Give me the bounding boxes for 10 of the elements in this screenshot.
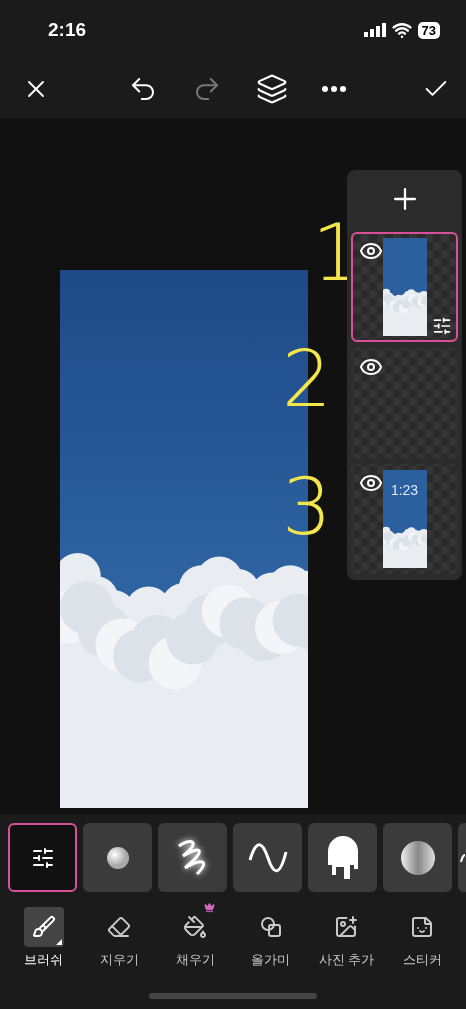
- tool-button[interactable]: 올가미: [235, 900, 306, 969]
- battery-level: 73: [417, 21, 440, 39]
- tool-button[interactable]: 스티커: [387, 900, 458, 969]
- tool-button[interactable]: 지우기: [84, 900, 155, 969]
- status-time: 2:16: [48, 19, 87, 41]
- tool-button[interactable]: 브러쉬: [8, 900, 79, 969]
- tool-button[interactable]: 채우기: [160, 900, 231, 969]
- clock-text: 1:23: [390, 482, 419, 498]
- tool-button[interactable]: 사진 추가: [311, 900, 382, 969]
- layer-card[interactable]: 1:23: [351, 464, 458, 574]
